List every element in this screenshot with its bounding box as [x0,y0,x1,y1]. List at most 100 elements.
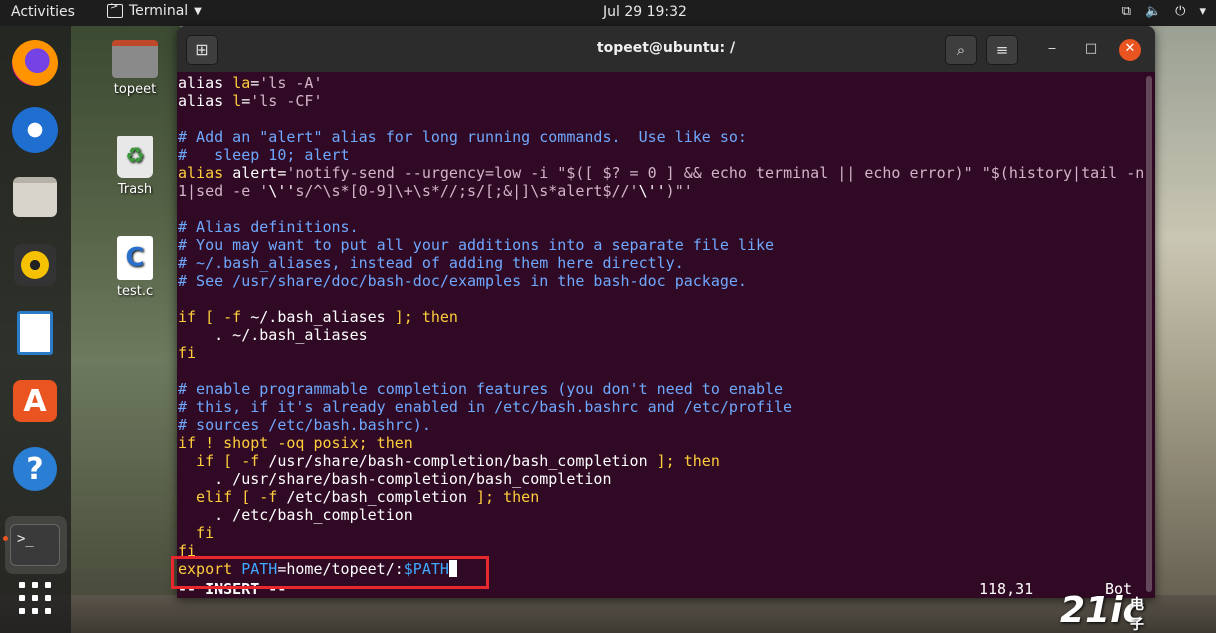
code-token: /etc/bash_completion [286,488,467,506]
code-token: = [241,92,251,110]
watermark-logo: 21ic 电子网 [1060,590,1144,633]
maximize-button[interactable]: □ [1080,39,1102,61]
code-token: # sources /etc/bash.bashrc). [178,416,431,434]
dock-item-firefox[interactable] [10,38,60,88]
code-token: ~/.bash_aliases [250,308,386,326]
annotation-highlight-box [171,556,489,589]
terminal-line: # You may want to put all your additions… [178,236,1144,254]
clock[interactable]: Jul 29 19:32 [603,4,687,20]
code-token: # this, if it's already enabled in /etc/… [178,398,793,416]
wallpaper-river [1150,26,1216,633]
home-folder-icon [112,40,158,78]
close-button[interactable]: ✕ [1119,39,1141,61]
dock-item-rhythmbox[interactable] [10,240,60,290]
terminal-line: # enable programmable completion feature… [178,380,1144,398]
dock-item-files[interactable] [10,172,60,222]
terminal-line: # Alias definitions. [178,218,1144,236]
terminal-line: # this, if it's already enabled in /etc/… [178,398,1144,416]
terminal-line: # Add an "alert" alias for long running … [178,128,1144,146]
minimize-button[interactable]: ‒ [1041,39,1063,61]
terminal-icon: >_ [10,524,60,566]
terminal-window: ⊞ topeet@ubuntu: / ⌕ ≡ ‒ □ ✕ alias la='l… [177,26,1155,598]
search-button[interactable]: ⌕ [945,35,977,65]
dock-item-help[interactable]: ? [10,444,60,494]
terminal-line: 1|sed -e '\''s/^\s*[0-9]\+\s*//;s/[;&|]\… [178,182,1144,200]
code-token: alias [178,74,233,92]
running-indicator [3,536,8,541]
desktop-file-test-c[interactable]: C test.c [105,236,165,299]
c-source-file-icon: C [117,236,153,280]
terminal-line: . /usr/share/bash-completion/bash_comple… [178,470,1144,488]
system-tray[interactable]: ⧉ 🔈 ⏻ ▾ [1122,4,1206,19]
terminal-line: # sources /etc/bash.bashrc). [178,416,1144,434]
code-token: = [250,74,260,92]
code-token: . ~/.bash_aliases [178,326,368,344]
terminal-icon [107,1,123,18]
terminal-content[interactable]: alias la='ls -A' alias l='ls -CF' # Add an… [177,72,1155,598]
dock-item-writer[interactable] [10,308,60,358]
terminal-line: # See /usr/share/doc/bash-doc/examples i… [178,272,1144,290]
code-token: ]; then [467,488,540,506]
terminal-line: fi [178,344,1144,362]
terminal-scrollbar[interactable] [1146,76,1152,592]
desktop-trash-label: Trash [117,182,153,197]
dock-item-thunderbird[interactable] [10,105,60,155]
code-token: if [ -f [178,308,251,326]
editor-text[interactable]: alias la='ls -A' alias l='ls -CF' # Add an… [178,74,1144,578]
power-icon[interactable]: ⏻ [1175,4,1185,19]
caret-down-icon: ▼ [194,5,202,17]
code-token: 'ls -CF' [250,92,323,110]
code-token: if [ -f [178,452,269,470]
volume-icon[interactable]: 🔈 [1145,4,1161,19]
terminal-line: alias alert='notify-send --urgency=low -… [178,164,1144,182]
code-token: alias [178,164,233,182]
code-token: # You may want to put all your additions… [178,236,775,254]
app-menu[interactable]: Terminal ▼ [107,1,202,19]
code-token: # enable programmable completion feature… [178,380,784,398]
dock-item-terminal[interactable]: >_ [10,520,60,570]
terminal-line: alias la='ls -A' [178,74,1144,92]
activities-button[interactable]: Activities [11,4,75,20]
code-token: fi [178,524,215,542]
code-token: alias [178,92,233,110]
terminal-line: if [ -f ~/.bash_aliases ]; then [178,308,1144,326]
code-token: \'' [638,182,666,200]
code-token: # Alias definitions. [178,218,359,236]
help-icon: ? [13,447,57,491]
code-token: alert [232,164,278,182]
top-bar: Activities Terminal ▼ Jul 29 19:32 ⧉ 🔈 ⏻… [0,0,1216,26]
wallpaper-bridge [0,595,1216,633]
dock: A ? >_ [0,26,71,633]
code-token: # sleep 10; alert [178,146,350,164]
code-token: ]; then [385,308,458,326]
desktop-trash[interactable]: ♻ Trash [105,136,165,197]
network-icon[interactable]: ⧉ [1122,4,1131,19]
code-token: /usr/share/bash-completion/bash_completi… [268,452,648,470]
firefox-icon [12,40,58,86]
dock-item-software[interactable]: A [10,376,60,426]
code-token: \'' [268,182,296,200]
thunderbird-icon [12,107,58,153]
terminal-line: # ~/.bash_aliases, instead of adding the… [178,254,1144,272]
code-token: 'ls -A' [259,74,323,92]
code-token: # Add an "alert" alias for long running … [178,128,747,146]
code-token: # ~/.bash_aliases, instead of adding the… [178,254,684,272]
show-apps-button[interactable] [10,573,60,623]
window-titlebar[interactable]: ⊞ topeet@ubuntu: / ⌕ ≡ ‒ □ ✕ [177,26,1155,72]
code-token: elif [ -f [178,488,287,506]
code-token: 'notify-send --urgency=low -i "$([ $? = … [286,164,1145,182]
terminal-line: # sleep 10; alert [178,146,1144,164]
terminal-line: elif [ -f /etc/bash_completion ]; then [178,488,1144,506]
trash-icon: ♻ [117,136,153,178]
code-token: la [232,74,251,92]
desktop-home-folder[interactable]: topeet [105,40,165,97]
cursor-position: 118,31 [979,580,1034,598]
software-store-icon: A [13,380,57,422]
chevron-down-icon[interactable]: ▾ [1199,4,1206,19]
code-token: . /usr/share/bash-completion/bash_comple… [178,470,612,488]
code-token: )"' [665,182,693,200]
code-token: ]; then [647,452,720,470]
code-token: 1|sed -e ' [178,182,269,200]
menu-button[interactable]: ≡ [986,35,1018,65]
